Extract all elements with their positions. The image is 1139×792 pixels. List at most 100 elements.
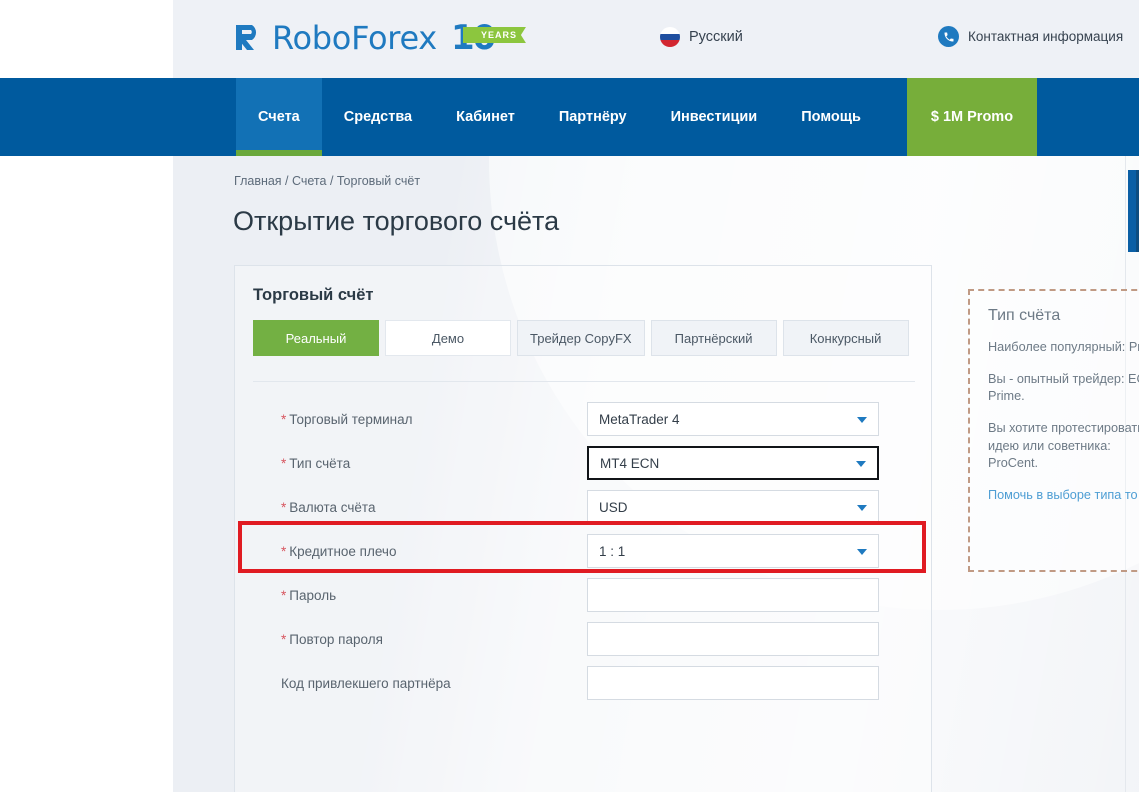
tab-label: Реальный [285,330,347,346]
roboforex-logo[interactable]: RoboForex 10 YEARS [234,16,526,60]
nav-item-help[interactable]: Помощь [779,78,883,156]
page-title: Открытие торгового счёта [233,206,560,236]
field-wrap-account-type: MT4 ECN [587,446,879,480]
select-account-currency[interactable]: USD [587,490,879,524]
chevron-down-icon [857,505,867,511]
nav-promo-label: $ 1M Promo [930,109,1014,125]
select-leverage[interactable]: 1 : 1 [587,534,879,568]
required-marker: * [281,543,287,559]
form-row-currency: * Валюта счёта USD [235,485,933,529]
tab-real[interactable]: Реальный [253,320,379,356]
form-row-partner-code: Код привлекшего партнёра [235,661,933,705]
label-text: Кредитное плечо [289,543,397,559]
input-partner-code[interactable] [587,666,879,700]
select-value: MT4 ECN [600,455,660,471]
required-marker: * [281,587,287,603]
nav-label: Помощь [801,109,861,125]
label-text: Код привлекшего партнёра [281,675,451,691]
nav-label: Партнёру [558,109,627,125]
label-leverage: * Кредитное плечо [235,544,587,559]
card-title: Торговый счёт [253,286,374,304]
tab-contest[interactable]: Конкурсный [782,320,909,356]
label-password-repeat: * Повтор пароля [235,632,587,647]
form-row-account-type: * Тип счёта MT4 ECN [235,441,933,485]
tab-demo[interactable]: Демо [385,320,511,356]
page-root: RoboForex 10 YEARS Русский Контактная ин… [0,0,1139,792]
tab-label: Трейдер CopyFX [530,330,632,346]
tab-label: Конкурсный [809,330,882,346]
anniversary-badge: 10 YEARS [451,21,526,55]
label-text: Тип счёта [289,455,351,471]
header-content: RoboForex 10 YEARS Русский Контактная ин… [0,0,1139,78]
account-type-info-panel: Тип счёта Наиболее популярный: Pro. Вы -… [968,289,1139,572]
label-text: Валюта счёта [289,499,376,515]
label-partner-code: Код привлекшего партнёра [235,676,587,691]
info-panel-title: Тип счёта [988,307,1061,324]
field-wrap-password [587,578,879,612]
nav-item-investments[interactable]: Инвестиции [649,78,780,156]
nav-item-funds[interactable]: Средства [322,78,434,156]
label-currency: * Валюта счёта [235,500,587,515]
label-text: Повтор пароля [289,631,383,647]
field-wrap-terminal: MetaTrader 4 [587,402,879,436]
breadcrumb[interactable]: Главная / Счета / Торговый счёт [234,174,420,188]
account-type-tabs: Реальный Демо Трейдер CopyFX Партнёрский… [253,320,909,356]
nav-left-spacer [0,78,236,156]
info-help-link[interactable]: Помочь в выборе типа то [988,487,1139,504]
main-navigation: Счета Средства Кабинет Партнёру Инвестиц… [0,78,1139,156]
chevron-down-icon [857,417,867,423]
required-marker: * [281,631,287,647]
tab-affiliate[interactable]: Партнёрский [650,320,777,356]
chevron-down-icon [856,461,866,467]
field-wrap-partner-code [587,666,879,700]
badge-years-ribbon: YEARS [462,27,526,43]
nav-item-partner[interactable]: Партнёру [537,78,649,156]
form-row-password: * Пароль [235,573,933,617]
trading-account-card: Торговый счёт Реальный Демо Трейдер Copy… [234,265,932,792]
left-white-gutter [0,156,173,792]
nav-item-promo[interactable]: $ 1M Promo [906,78,1038,156]
russia-flag-icon [660,27,680,47]
nav-label: Кабинет [456,109,515,125]
tab-copyfx[interactable]: Трейдер CopyFX [517,320,645,356]
contact-information-link[interactable]: Контактная информация [938,26,1123,47]
label-terminal: * Торговый терминал [235,412,587,427]
language-label: Русский [689,29,743,45]
card-divider [253,381,915,382]
nav-label: Средства [343,109,413,125]
label-text: Пароль [289,587,337,603]
select-account-type[interactable]: MT4 ECN [587,446,879,480]
info-paragraph-experienced: Вы - опытный трейдер: ECN, Prime. [988,372,1139,404]
required-marker: * [281,499,287,515]
label-text: Торговый терминал [289,411,413,427]
nav-label: Инвестиции [670,109,758,125]
form-row-password-repeat: * Повтор пароля [235,617,933,661]
label-account-type: * Тип счёта [235,456,587,471]
select-trading-terminal[interactable]: MetaTrader 4 [587,402,879,436]
select-value: MetaTrader 4 [599,411,680,427]
select-value: 1 : 1 [599,543,626,559]
input-password-repeat[interactable] [587,622,879,656]
site-header: RoboForex 10 YEARS Русский Контактная ин… [0,0,1139,78]
language-selector[interactable]: Русский [660,27,743,47]
chevron-down-icon [857,549,867,555]
tab-label: Демо [431,330,465,346]
account-open-form: * Торговый терминал MetaTrader 4 * Тип счё… [235,397,933,705]
contact-label: Контактная информация [968,29,1124,44]
form-row-terminal: * Торговый терминал MetaTrader 4 [235,397,933,441]
field-wrap-password-repeat [587,622,879,656]
roboforex-mark-icon [234,23,264,53]
logo-wordmark: RoboForex [272,19,437,57]
form-row-leverage: * Кредитное плечо 1 : 1 [235,529,933,573]
label-password: * Пароль [235,588,587,603]
required-marker: * [281,455,287,471]
nav-item-accounts[interactable]: Счета [236,78,322,156]
tab-label: Партнёрский [674,330,753,346]
nav-label: Счета [258,109,300,125]
input-password[interactable] [587,578,879,612]
select-value: USD [599,499,628,515]
nav-item-cabinet[interactable]: Кабинет [434,78,537,156]
info-paragraph-popular: Наиболее популярный: Pro. [988,340,1139,354]
field-wrap-leverage: 1 : 1 [587,534,879,568]
required-marker: * [281,411,287,427]
